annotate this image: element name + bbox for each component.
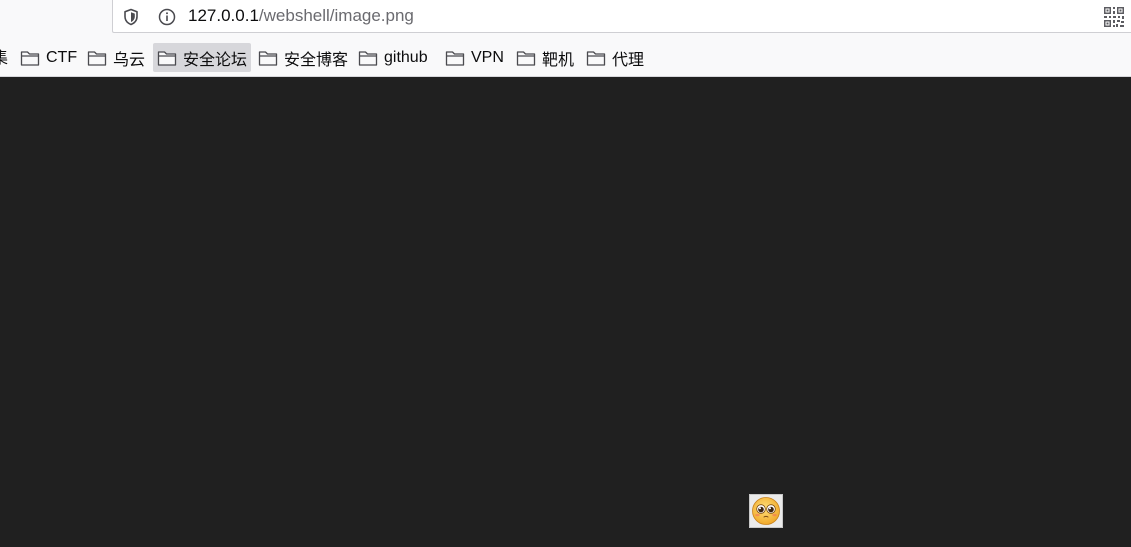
bookmark-label: CTF <box>46 48 78 66</box>
bookmark-folder-security-forum[interactable]: 安全论坛 <box>153 43 252 72</box>
folder-icon <box>87 50 107 66</box>
qr-code-icon[interactable] <box>1103 6 1125 28</box>
bookmark-folder-security-blog[interactable]: 安全博客 <box>254 43 352 72</box>
bookmarks-toolbar: 集 CTF 乌云 安全论坛 安全博客 github VPN 靶机 代理 <box>0 36 1131 77</box>
folder-icon <box>586 50 606 66</box>
bookmark-label: github <box>384 48 428 66</box>
browser-toolbar: 127.0.0.1/webshell/image.png <box>0 0 1131 36</box>
url-host: 127.0.0.1 <box>188 6 259 25</box>
emoji-face-icon <box>752 497 780 525</box>
bookmark-folder-proxy[interactable]: 代理 <box>582 43 648 72</box>
bookmark-label: 安全博客 <box>284 51 349 69</box>
info-icon[interactable] <box>157 7 177 27</box>
folder-icon <box>445 50 465 66</box>
url-path: /webshell/image.png <box>258 6 414 25</box>
bookmark-label: 代理 <box>612 51 645 69</box>
folder-icon <box>358 50 378 66</box>
bookmark-partial-label[interactable]: 集 <box>0 49 8 67</box>
bookmark-label: 乌云 <box>113 51 146 69</box>
bookmark-folder-target-machine[interactable]: 靶机 <box>512 43 578 72</box>
bookmark-label: 安全论坛 <box>183 51 248 69</box>
folder-icon <box>157 50 177 66</box>
bookmark-folder-github[interactable]: github <box>354 43 432 72</box>
bookmark-label: VPN <box>471 48 504 66</box>
shield-icon[interactable] <box>121 7 141 27</box>
bookmark-folder-ctf[interactable]: CTF <box>16 43 81 72</box>
bookmark-folder-vpn[interactable]: VPN <box>441 43 508 72</box>
displayed-image[interactable] <box>749 494 783 528</box>
folder-icon <box>516 50 536 66</box>
bookmark-label: 靶机 <box>542 51 575 69</box>
image-viewer-background <box>0 77 1131 547</box>
url-text[interactable]: 127.0.0.1/webshell/image.png <box>188 6 414 26</box>
folder-icon <box>258 50 278 66</box>
bookmark-folder-wooyun[interactable]: 乌云 <box>83 43 149 72</box>
address-bar[interactable]: 127.0.0.1/webshell/image.png <box>112 0 1131 33</box>
folder-icon <box>20 50 40 66</box>
